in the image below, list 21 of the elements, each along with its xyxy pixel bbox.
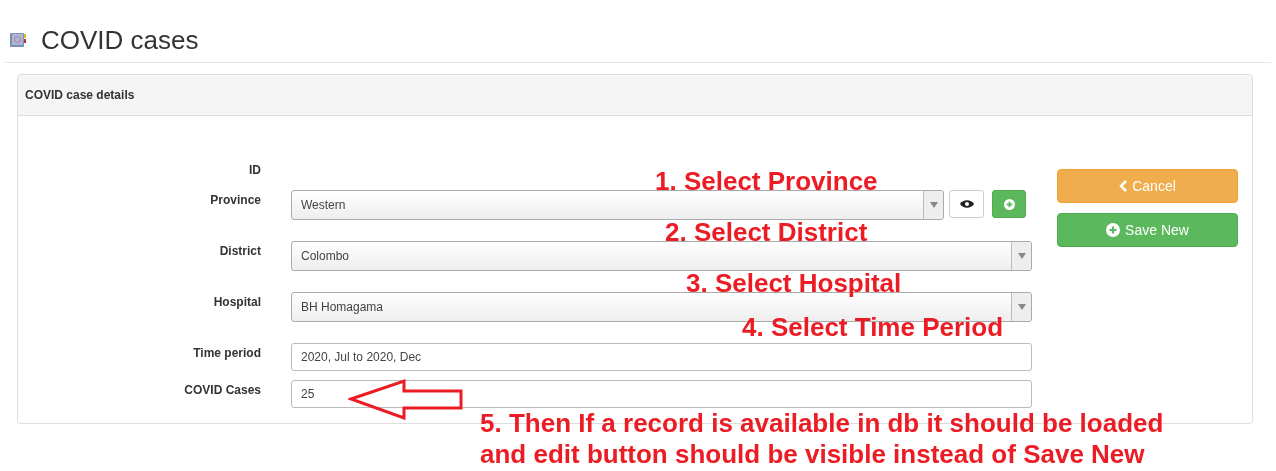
plus-circle-icon	[1106, 223, 1121, 237]
plus-circle-icon	[1003, 198, 1015, 210]
field-label: COVID Cases	[183, 382, 261, 398]
field-label: Time period	[192, 345, 261, 361]
address-book-icon	[9, 30, 27, 49]
chevron-left-icon	[1119, 180, 1128, 192]
select-field[interactable]: Western	[291, 190, 944, 220]
arrow-icon	[348, 378, 464, 420]
add-button[interactable]	[992, 190, 1026, 218]
view-button[interactable]	[949, 190, 984, 218]
text-field[interactable]: 2020, Jul to 2020, Dec	[291, 343, 1032, 371]
panel-title: COVID case details	[25, 87, 135, 104]
text-field[interactable]: 25	[291, 380, 1032, 408]
field-label: Hospital	[212, 294, 261, 310]
field-label: Province	[209, 192, 261, 208]
field-label: ID	[248, 162, 261, 178]
page-title: COVID cases	[41, 24, 199, 55]
select-field[interactable]: Colombo	[291, 241, 1032, 271]
eye-icon	[959, 199, 974, 209]
annotation-text: 5. Then If a record is available in db it should be loaded and edit button should be visible instead of Save New	[480, 408, 1164, 470]
field-label: District	[218, 243, 261, 259]
